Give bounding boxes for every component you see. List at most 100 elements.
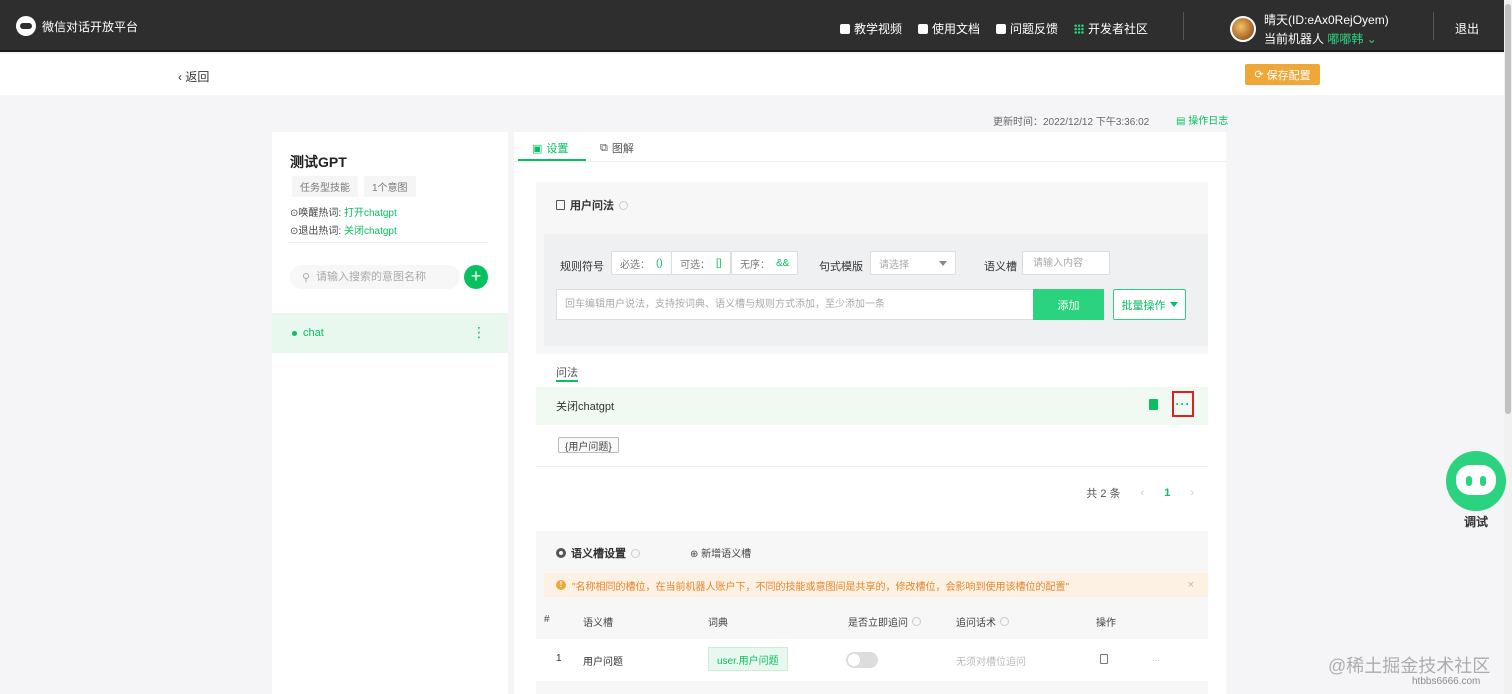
debug-button[interactable]: 调试 — [1446, 451, 1506, 531]
back-button[interactable]: ‹ 返回 — [178, 68, 209, 85]
skill-sidebar: 测试GPT 任务型技能 1个意图 ⊙唤醒热词: 打开chatgpt ⊙退出热词:… — [272, 132, 508, 694]
exit-keyword: ⊙退出热词: 关闭chatgpt — [290, 226, 397, 237]
next-page-button[interactable]: › — [1190, 487, 1194, 499]
watermark: @稀土掘金技术社区 — [1328, 656, 1491, 676]
table-row: 1 用户问题 user.用户问题 无须对槽位追问 ... — [536, 639, 1208, 681]
dropdown-arrow-icon — [1169, 302, 1178, 307]
dropdown-arrow-icon — [939, 260, 947, 266]
prev-page-button[interactable]: ‹ — [1141, 487, 1145, 499]
utterance-input-field[interactable] — [557, 290, 1033, 319]
rule-symbol-label: 规则符号 — [560, 261, 604, 273]
wake-keyword: ⊙唤醒热词: 打开chatgpt — [290, 208, 397, 219]
intent-editor: ▣ 设置 ⧉ 图解 用户问法 规则符号 必选：() 可选：[] 无序： && 句式模版… — [514, 132, 1226, 694]
help-icon[interactable] — [619, 200, 628, 210]
settings-icon: ▣ — [532, 142, 543, 155]
delete-icon[interactable] — [1100, 654, 1108, 664]
logout-button[interactable]: 退出 — [1455, 20, 1479, 37]
close-icon[interactable]: × — [1188, 579, 1194, 591]
brand-name: 微信对话开放平台 — [42, 19, 139, 34]
template-label: 句式模版 — [819, 261, 863, 273]
unordered-symbol-chip[interactable]: 无序： && — [731, 251, 799, 275]
robot-icon — [1446, 451, 1506, 511]
intent-item-chat[interactable]: chat ⋮ — [272, 313, 508, 353]
add-utterance-button[interactable]: 添加 — [1033, 289, 1104, 320]
active-dot-icon — [292, 330, 297, 336]
skill-tags: 任务型技能 1个意图 — [292, 176, 416, 197]
skill-title: 测试GPT — [290, 154, 347, 170]
top-navbar: 微信对话开放平台 教学视频 使用文档 问题反馈 开发者社区 晴天(ID:eAx0… — [0, 0, 1512, 52]
more-vertical-icon[interactable]: ⋮ — [472, 325, 486, 339]
nav-docs[interactable]: 使用文档 — [918, 20, 980, 37]
more-actions-button[interactable]: ··· — [1172, 391, 1194, 417]
current-page[interactable]: 1 — [1164, 487, 1170, 499]
user-info[interactable]: 晴天(ID:eAx0RejOyem) 当前机器人 嘟嘟韩 ⌄ — [1230, 11, 1389, 47]
nav-tutorial-video[interactable]: 教学视频 — [840, 20, 902, 37]
slot-input — [1022, 251, 1110, 275]
intent-search-input[interactable] — [316, 271, 447, 283]
operation-log-link[interactable]: ▤ 操作日志 — [1176, 112, 1228, 127]
search-icon: ⚲ — [302, 271, 311, 284]
help-icon[interactable] — [631, 548, 640, 558]
list-item[interactable]: 关闭chatgpt — [536, 387, 1208, 425]
help-icon[interactable] — [912, 617, 921, 626]
required-symbol-chip[interactable]: 必选：() — [611, 251, 672, 275]
col-followup-text: 追问话术 — [956, 614, 1009, 629]
slot-input-field[interactable] — [1023, 252, 1109, 274]
plus-circle-icon: ⊕ — [690, 549, 699, 560]
intent-search: ⚲ — [290, 265, 460, 289]
debug-label: 调试 — [1463, 515, 1488, 529]
add-slot-button[interactable]: ⊕ 新增语义槽 — [690, 545, 751, 560]
divider — [288, 242, 488, 243]
brand[interactable]: 微信对话开放平台 — [16, 16, 138, 36]
col-index: # — [544, 614, 550, 625]
slot-label: 语义槽 — [984, 261, 1017, 273]
video-icon — [840, 23, 850, 34]
dict-chip[interactable]: user.用户问题 — [708, 647, 788, 671]
utterance-list: 问法 关闭chatgpt ··· {用户问题} 共 2 条 ‹ 1 › — [536, 354, 1208, 515]
tab-diagram[interactable]: ⧉ 图解 — [600, 140, 634, 156]
save-config-button[interactable]: ⟳ 保存配置 — [1245, 64, 1320, 85]
document-icon — [918, 23, 929, 34]
sub-header: ‹ 返回 ⟳ 保存配置 — [0, 54, 1504, 95]
utterance-input-area: 规则符号 必选：() 可选：[] 无序：&& 句式模版 请选择 语义槽 添加 批… — [544, 234, 1208, 346]
user-name: 晴天(ID:eAx0RejOyem) — [1264, 13, 1389, 27]
current-robot[interactable]: 当前机器人 嘟嘟韩 ⌄ — [1264, 30, 1389, 47]
warning-icon: ! — [556, 580, 566, 590]
user-utterance-card: 用户问法 规则符号 必选：() 可选：[] 无序： && 句式模版 请选择 语义槽… — [536, 182, 1208, 515]
update-time: 更新时间：2022/12/12 下午3:36:02 — [993, 117, 1150, 128]
help-icon[interactable] — [1000, 617, 1009, 626]
grid-icon — [1074, 23, 1085, 34]
total-count: 共 2 条 — [1086, 488, 1121, 500]
wechat-logo-icon — [16, 16, 36, 36]
scrollbar-thumb[interactable] — [1505, 4, 1511, 414]
delete-icon[interactable] — [1149, 399, 1158, 410]
diagram-icon: ⧉ — [600, 141, 608, 154]
optional-symbol-chip[interactable]: 可选：[] — [671, 251, 731, 275]
chevron-left-icon: ‹ — [178, 70, 182, 84]
slot-settings-title: 语义槽设置 — [556, 545, 640, 561]
nav-divider — [1183, 12, 1184, 40]
page-scrollbar[interactable] — [1504, 0, 1512, 694]
gear-icon — [556, 548, 566, 558]
col-actions: 操作 — [1096, 618, 1116, 629]
active-tab-indicator — [518, 159, 586, 161]
nav-feedback[interactable]: 问题反馈 — [996, 20, 1058, 37]
tab-settings[interactable]: ▣ 设置 — [532, 140, 568, 156]
watermark-url: htbbs6666.com — [1412, 676, 1481, 687]
row-slot-name: 用户问题 — [583, 657, 623, 668]
template-select[interactable]: 请选择 — [870, 251, 956, 275]
utterance-input — [556, 289, 1034, 320]
divider — [536, 466, 1208, 467]
nav-community[interactable]: 开发者社区 — [1074, 20, 1148, 37]
avatar — [1230, 16, 1256, 42]
slot-settings-card: 语义槽设置 ⊕ 新增语义槽 ! "名称相同的槽位，在当前机器人账户下，不同的技能… — [536, 531, 1208, 694]
document-icon — [556, 200, 565, 210]
refresh-icon: ⟳ — [1254, 69, 1264, 81]
add-intent-button[interactable]: + — [464, 265, 488, 289]
row-index: 1 — [556, 653, 562, 664]
utterance-list-tab[interactable]: 问法 — [556, 364, 578, 380]
batch-operation-button[interactable]: 批量操作 — [1113, 289, 1186, 320]
row-more[interactable]: ... — [1152, 653, 1160, 664]
slot-chip[interactable]: {用户问题} — [558, 437, 619, 453]
followup-toggle[interactable] — [846, 652, 878, 668]
